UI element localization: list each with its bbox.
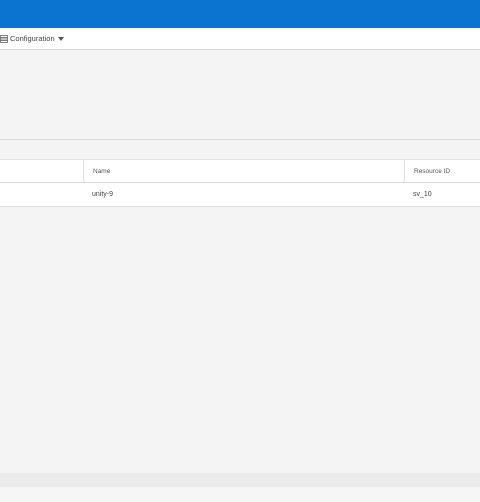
server-config-icon bbox=[0, 34, 8, 43]
row-select-cell[interactable] bbox=[0, 183, 83, 206]
bottom-strip bbox=[0, 487, 480, 502]
column-header-name[interactable]: Name bbox=[83, 160, 404, 182]
table-header: Name Resource ID bbox=[0, 159, 480, 183]
column-header-select[interactable] bbox=[0, 160, 83, 182]
toolbar: Configuration bbox=[0, 28, 480, 50]
row-name-cell: unity-9 bbox=[92, 191, 114, 198]
resources-table: Name Resource ID unity-9 sv_10 bbox=[0, 159, 480, 207]
top-bar bbox=[0, 0, 480, 28]
content-area bbox=[0, 207, 480, 473]
row-resource-id-cell: sv_10 bbox=[413, 191, 432, 198]
table-row[interactable]: unity-9 sv_10 bbox=[0, 183, 480, 207]
chevron-down-icon bbox=[57, 37, 64, 41]
footer-bar bbox=[0, 473, 480, 487]
section-gap bbox=[0, 140, 480, 159]
configuration-menu[interactable]: Configuration bbox=[0, 28, 64, 49]
configuration-label: Configuration bbox=[10, 34, 55, 43]
column-header-resource-id[interactable]: Resource ID bbox=[404, 160, 480, 182]
summary-panel bbox=[0, 50, 480, 140]
